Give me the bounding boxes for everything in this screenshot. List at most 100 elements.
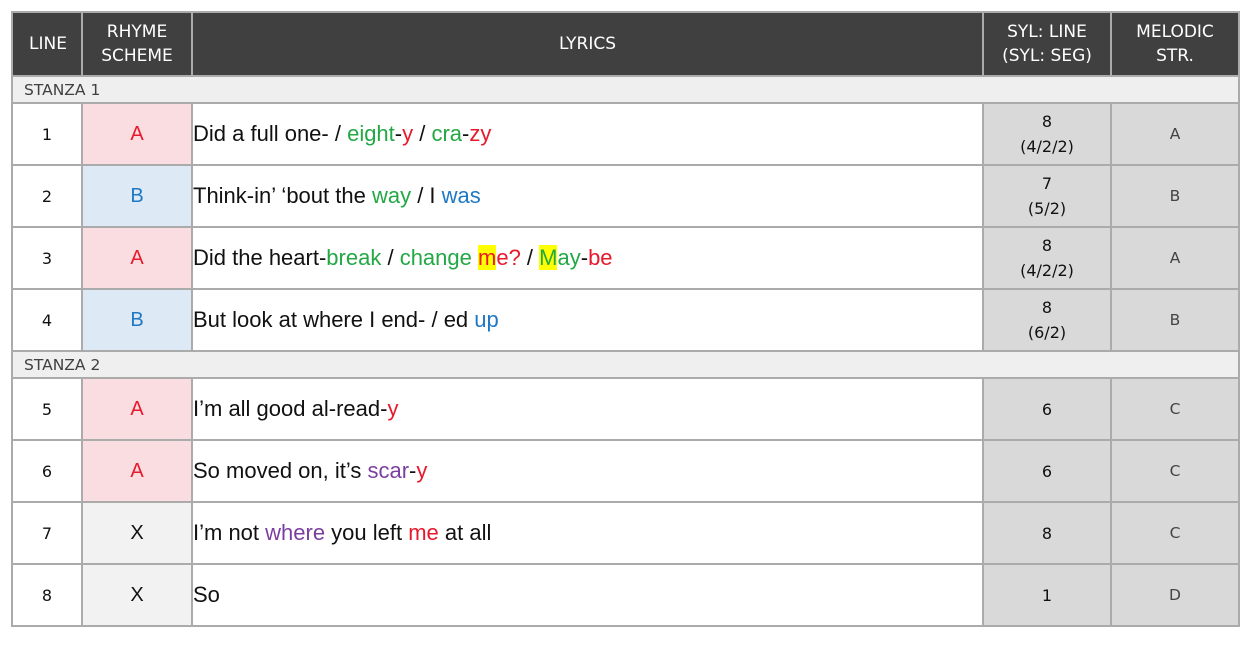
syllables-segments: (4/2/2) — [1020, 261, 1074, 280]
melodic-structure-cell: C — [1110, 439, 1240, 503]
lyric-segment: e? — [496, 245, 521, 270]
lyric-segment: be — [588, 245, 613, 270]
header-mel-label-2: STR. — [1156, 46, 1194, 66]
table-row: 4 B But look at where I end- / ed up 8 (6/2)… — [11, 288, 1240, 352]
lyric-cell: I’m all good al-read-y — [191, 377, 984, 441]
table-row: 8 X So 1 D — [11, 563, 1240, 627]
syllable-cell: 8 (4/2/2) — [982, 102, 1112, 166]
lyric-cell: I’m not where you left me at all — [191, 501, 984, 565]
lyric-segment: was — [441, 183, 481, 208]
lyric-segment: way — [371, 183, 412, 208]
lyric-segment: / — [520, 245, 540, 270]
syllables-segments: (4/2/2) — [1020, 137, 1074, 156]
syllables-line: 1 — [1041, 585, 1053, 605]
syllables-line: 8 — [1041, 298, 1053, 317]
lyric-segment: scar — [367, 458, 410, 483]
lyric-segment: / — [381, 245, 400, 270]
table-row: 3 A Did the heart-break / change me? / May… — [11, 226, 1240, 290]
stanza-label: STANZA 2 — [11, 350, 1240, 379]
stanza-row: STANZA 1 — [11, 75, 1240, 104]
lyric-segment: But look at where I end- / ed — [193, 307, 475, 332]
lyrics-analysis-table: LINE RHYME SCHEME LYRICS SYL: LINE (SYL:… — [11, 11, 1240, 627]
melodic-structure-cell: C — [1110, 377, 1240, 441]
header-rhyme-label-1: RHYME — [106, 22, 168, 42]
lyric-segment: me — [408, 520, 439, 545]
line-number: 7 — [11, 501, 83, 565]
melodic-structure-cell: D — [1110, 563, 1240, 627]
syllables-line: 8 — [1041, 523, 1053, 543]
line-number: 2 — [11, 164, 83, 228]
header-lyrics-label: LYRICS — [558, 34, 617, 54]
lyric-segment: eight — [347, 121, 395, 146]
syllables-line: 6 — [1041, 461, 1053, 481]
line-number: 5 — [11, 377, 83, 441]
lyric-segment: Think-in’ ‘bout the — [193, 183, 372, 208]
lyric-cell: Did a full one- / eight-y / cra-zy — [191, 102, 984, 166]
table-row: 7 X I’m not where you left me at all 8 C — [11, 501, 1240, 565]
header-rhyme-scheme: RHYME SCHEME — [81, 11, 193, 77]
line-number: 4 — [11, 288, 83, 352]
syllable-cell: 6 — [982, 439, 1112, 503]
lyric-segment: I’m not — [193, 520, 266, 545]
syllables-line: 8 — [1041, 236, 1053, 255]
syllables-line: 8 — [1041, 112, 1053, 131]
rhyme-scheme-cell: X — [81, 563, 193, 627]
stanza-row: STANZA 2 — [11, 350, 1240, 379]
syllable-cell: 7 (5/2) — [982, 164, 1112, 228]
lyric-segment: / I — [411, 183, 442, 208]
header-line-label: LINE — [29, 34, 67, 54]
lyric-segment: y — [387, 396, 399, 421]
lyric-segment: So moved on, it’s — [193, 458, 368, 483]
syllables-segments: (6/2) — [1027, 323, 1067, 342]
lyric-segment: M — [539, 245, 558, 270]
lyric-segment: you left — [325, 520, 409, 545]
lyric-segment: cra — [431, 121, 463, 146]
rhyme-scheme-cell: A — [81, 102, 193, 166]
lyric-segment: / — [413, 121, 432, 146]
syllable-cell: 8 — [982, 501, 1112, 565]
lyric-segment: m — [478, 245, 497, 270]
syllables-line: 6 — [1041, 399, 1053, 419]
melodic-structure-cell: A — [1110, 102, 1240, 166]
table-row: 1 A Did a full one- / eight-y / cra-zy 8 (4/… — [11, 102, 1240, 166]
lyric-segment: zy — [469, 121, 492, 146]
stanza-label: STANZA 1 — [11, 75, 1240, 104]
syllable-cell: 6 — [982, 377, 1112, 441]
rhyme-scheme-cell: A — [81, 377, 193, 441]
syllables-line: 7 — [1041, 174, 1053, 193]
lyric-segment: Did a full one- / — [193, 121, 348, 146]
table-row: 2 B Think-in’ ‘bout the way / I was 7 (5/2) B — [11, 164, 1240, 228]
melodic-structure-cell: C — [1110, 501, 1240, 565]
header-mel-label-1: MELODIC — [1136, 22, 1214, 42]
header-lyrics: LYRICS — [191, 11, 984, 77]
table-row: 5 A I’m all good al-read-y 6 C — [11, 377, 1240, 441]
table-row: 6 A So moved on, it’s scar-y 6 C — [11, 439, 1240, 503]
lyric-segment: break — [326, 245, 382, 270]
lyric-segment: Did the heart- — [193, 245, 327, 270]
lyric-cell: Think-in’ ‘bout the way / I was — [191, 164, 984, 228]
lyric-cell: So moved on, it’s scar-y — [191, 439, 984, 503]
rhyme-scheme-cell: X — [81, 501, 193, 565]
line-number: 6 — [11, 439, 83, 503]
header-syl-label-1: SYL: LINE — [1007, 22, 1087, 42]
melodic-structure-cell: B — [1110, 288, 1240, 352]
line-number: 3 — [11, 226, 83, 290]
syllable-cell: 8 (6/2) — [982, 288, 1112, 352]
melodic-structure-cell: B — [1110, 164, 1240, 228]
lyric-segment: y — [402, 121, 414, 146]
header-rhyme-label-2: SCHEME — [101, 46, 173, 66]
syllable-cell: 1 — [982, 563, 1112, 627]
lyric-segment: change — [399, 245, 472, 270]
lyric-segment: y — [416, 458, 428, 483]
table-body: STANZA 1 1 A Did a full one- / eight-y / cr… — [11, 75, 1240, 627]
lyric-cell: Did the heart-break / change me? / May-b… — [191, 226, 984, 290]
lyric-cell: So — [191, 563, 984, 627]
lyric-segment: at all — [438, 520, 492, 545]
rhyme-scheme-cell: A — [81, 226, 193, 290]
rhyme-scheme-cell: A — [81, 439, 193, 503]
header-line: LINE — [11, 11, 83, 77]
lyric-segment: ay — [557, 245, 581, 270]
syllable-cell: 8 (4/2/2) — [982, 226, 1112, 290]
lyric-segment: So — [193, 582, 220, 607]
line-number: 8 — [11, 563, 83, 627]
